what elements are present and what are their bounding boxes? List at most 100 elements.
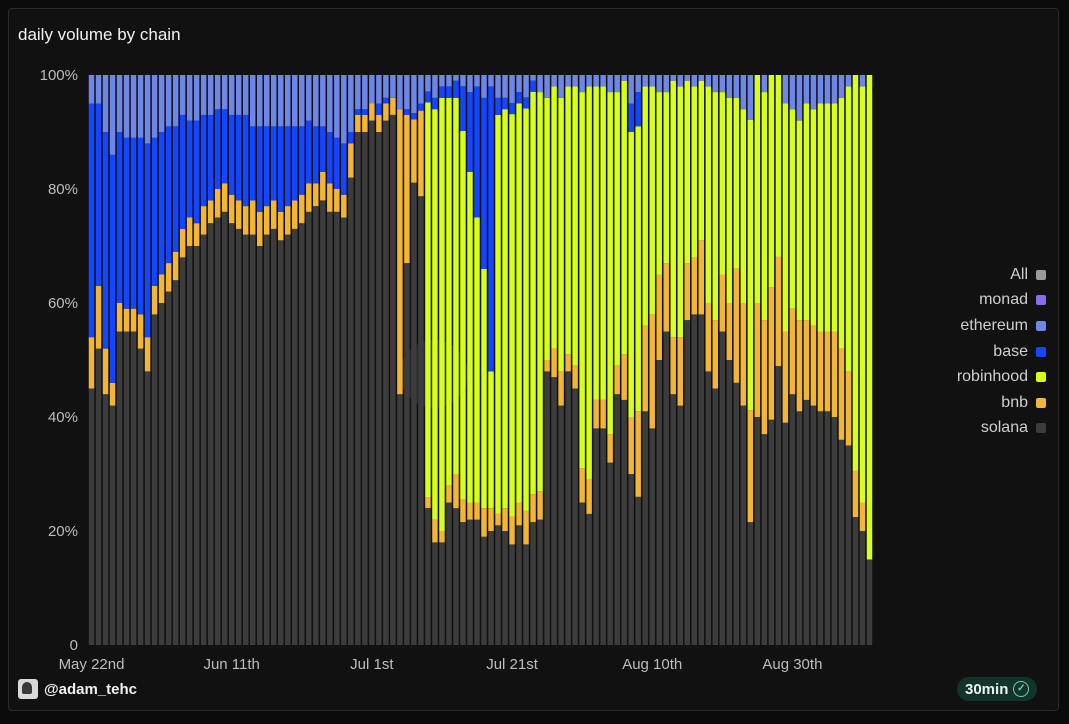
- avatar: [18, 679, 38, 699]
- bar-segment-base: [200, 114, 207, 207]
- bar-segment-bnb: [116, 303, 123, 332]
- bar-segment-base: [341, 143, 347, 195]
- bar-segment-solana: [656, 360, 662, 645]
- bar-segment-bnb: [754, 303, 761, 417]
- bar-segment-bnb: [228, 194, 235, 224]
- bar-segment-solana: [740, 405, 747, 645]
- legend-item-ethereum[interactable]: ethereum: [940, 313, 1050, 339]
- bar-segment-robinhood: [593, 86, 599, 400]
- bar-segment-solana: [852, 517, 859, 645]
- bar-segment-ethereum: [733, 75, 740, 98]
- bar-segment-bnb: [285, 206, 291, 235]
- bar-segment-bnb: [663, 263, 669, 332]
- bar-segment-solana: [369, 120, 375, 646]
- bar-segment-solana: [670, 394, 676, 645]
- bar-segment-base: [186, 120, 193, 218]
- bar-segment-solana: [376, 132, 382, 645]
- bar-segment-robinhood: [432, 109, 438, 520]
- bar-segment-ethereum: [306, 75, 312, 121]
- bar-segment-bnb: [824, 331, 831, 412]
- bar-segment-solana: [249, 234, 256, 645]
- bar-segment-solana: [439, 542, 445, 645]
- bar-segment-bnb: [376, 114, 382, 132]
- bar-segment-ethereum: [263, 75, 270, 127]
- bar-segment-bnb: [200, 206, 207, 235]
- bar-segment-robinhood: [656, 92, 662, 275]
- legend-item-monad[interactable]: monad: [940, 288, 1050, 314]
- bar-segment-solana: [859, 531, 866, 645]
- bar-segment-solana: [116, 331, 123, 645]
- bar-segment-solana: [754, 417, 761, 645]
- bar-segment-ethereum: [320, 75, 326, 127]
- bar-segment-solana: [866, 559, 873, 645]
- bar-segment-base: [355, 109, 361, 115]
- bar-segment-solana: [516, 525, 522, 645]
- bar-segment-bnb: [383, 103, 389, 121]
- bar-segment-ethereum: [404, 75, 410, 110]
- bar-segment-robinhood: [810, 109, 817, 326]
- bar-segment-bnb: [320, 171, 326, 201]
- bar-segment-ethereum: [123, 75, 130, 138]
- bar-segment-solana: [207, 223, 214, 645]
- bar-segment-ethereum: [137, 75, 144, 138]
- bar-segment-solana: [621, 399, 627, 645]
- bar-segment-bnb: [677, 337, 683, 406]
- bar-segment-bnb: [151, 285, 158, 315]
- bar-segment-solana: [838, 439, 845, 645]
- bar-segment-base: [193, 120, 200, 224]
- bar-segment-ethereum: [831, 75, 838, 104]
- bar-segment-solana: [768, 419, 775, 645]
- bar-segment-bnb: [656, 274, 662, 360]
- bar-segment-robinhood: [754, 75, 761, 303]
- bar-segment-bnb: [341, 194, 347, 218]
- bar-segment-solana: [558, 405, 564, 645]
- bar-segment-bnb: [102, 348, 109, 395]
- bar-segment-ethereum: [537, 75, 543, 93]
- bar-segment-ethereum: [544, 75, 550, 98]
- bar-segment-bnb: [607, 434, 613, 463]
- bar-segment-solana: [411, 182, 417, 646]
- bar-segment-bnb: [810, 325, 817, 406]
- bar-segment-solana: [313, 206, 319, 645]
- bar-segment-robinhood: [509, 114, 515, 517]
- legend-item-bnb[interactable]: bnb: [940, 390, 1050, 416]
- author[interactable]: @adam_tehc: [18, 679, 137, 699]
- bar-segment-bnb: [831, 331, 838, 417]
- bar-segment-base: [411, 113, 417, 120]
- legend-item-all[interactable]: All: [940, 262, 1050, 288]
- bar-segment-robinhood: [698, 80, 705, 241]
- refresh-badge[interactable]: 30min ✓: [957, 677, 1038, 701]
- bar-segment-bnb: [768, 287, 775, 420]
- bar-segment-bnb: [761, 320, 768, 435]
- legend-item-robinhood[interactable]: robinhood: [940, 364, 1050, 390]
- bar-segment-robinhood: [740, 109, 747, 303]
- bar-segment-robinhood: [859, 86, 866, 503]
- legend-item-solana[interactable]: solana: [940, 416, 1050, 442]
- bar-segment-bnb: [418, 110, 424, 197]
- bar-segment-ethereum: [207, 75, 214, 115]
- bar-segment-ethereum: [271, 75, 277, 127]
- bar-segment-base: [221, 109, 228, 184]
- bar-segment-bnb: [355, 114, 361, 132]
- bar-segment-ethereum: [397, 75, 403, 110]
- bar-segment-ethereum: [390, 75, 396, 98]
- bar-segment-ethereum: [144, 75, 151, 144]
- bar-segment-solana: [663, 331, 669, 645]
- bar-segment-ethereum: [670, 75, 676, 81]
- bar-segment-robinhood: [425, 102, 431, 498]
- y-tick-label: 20%: [48, 523, 78, 540]
- bar-segment-robinhood: [831, 103, 838, 332]
- bar-segment-solana: [228, 223, 235, 645]
- legend-item-base[interactable]: base: [940, 339, 1050, 365]
- bar-segment-ethereum: [824, 75, 831, 104]
- bar-segment-bnb: [838, 348, 845, 440]
- bar-segment-solana: [418, 196, 424, 646]
- bar-segment-ethereum: [656, 75, 662, 93]
- bar-segment-bnb: [172, 251, 179, 281]
- bar-segment-base: [376, 103, 382, 115]
- bar-segment-bnb: [369, 103, 375, 121]
- bar-segment-base: [263, 126, 270, 207]
- x-tick-label: May 22nd: [59, 656, 125, 673]
- bar-segment-robinhood: [572, 86, 578, 366]
- bar-segment-solana: [845, 445, 852, 645]
